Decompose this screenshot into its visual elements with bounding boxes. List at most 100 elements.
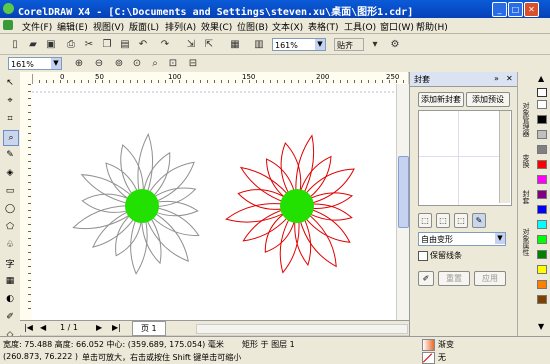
tab-transform[interactable]: 变换 — [521, 154, 531, 168]
next-page-icon[interactable]: ▶ — [96, 323, 102, 332]
maximize-button[interactable]: □ — [508, 2, 523, 17]
tab-envelope[interactable]: 封套 — [521, 190, 531, 204]
open-icon[interactable]: ▰ — [26, 37, 40, 51]
prev-page-icon[interactable]: ◀ — [40, 323, 46, 332]
preset-list[interactable] — [418, 110, 512, 206]
prop-zoom-select[interactable]: 161% ▼ — [8, 57, 62, 70]
palette-down-icon[interactable]: ▼ — [538, 322, 544, 331]
color-swatch[interactable] — [537, 205, 547, 214]
palette-up-icon[interactable]: ▲ — [538, 74, 544, 83]
keep-lines-checkbox[interactable] — [418, 251, 428, 261]
menu-tools[interactable]: 工具(O) — [344, 20, 376, 33]
page-tab[interactable]: 页 1 — [132, 321, 166, 336]
settings-icon[interactable]: ⚙ — [388, 37, 402, 51]
color-swatch[interactable] — [537, 175, 547, 184]
polygon-tool-icon[interactable]: ⬠ — [3, 220, 17, 234]
print-icon[interactable]: ⎙ — [64, 37, 78, 51]
color-swatch[interactable] — [537, 160, 547, 169]
color-swatch[interactable] — [537, 265, 547, 274]
docker-pin-icon[interactable]: » — [494, 74, 499, 83]
cut-icon[interactable]: ✂ — [82, 37, 96, 51]
add-preset-button[interactable]: 添加预设 — [466, 92, 510, 107]
no-color-swatch[interactable] — [537, 88, 547, 97]
straight-line-mode-icon[interactable]: ⬚ — [418, 213, 432, 228]
color-swatch[interactable] — [537, 235, 547, 244]
menu-bitmaps[interactable]: 位图(B) — [237, 20, 268, 33]
preset-scrollbar[interactable] — [499, 111, 510, 203]
zoom-selected-icon[interactable]: ⊚ — [112, 56, 126, 70]
ellipse-tool-icon[interactable]: ◯ — [3, 202, 17, 216]
drawing-canvas[interactable] — [32, 84, 396, 320]
color-swatch[interactable] — [537, 190, 547, 199]
color-swatch[interactable] — [537, 295, 547, 304]
color-swatch[interactable] — [537, 220, 547, 229]
redo-icon[interactable]: ↷ — [158, 37, 172, 51]
menu-table[interactable]: 表格(T) — [308, 20, 339, 33]
undo-icon[interactable]: ↶ — [136, 37, 150, 51]
shape-tool-icon[interactable]: ⌖ — [3, 94, 17, 108]
options-icon[interactable]: ▾ — [368, 37, 382, 51]
zoom-level-select[interactable]: 161% ▼ — [272, 38, 326, 51]
red-flower[interactable] — [225, 134, 355, 274]
vertical-scrollbar[interactable] — [396, 84, 409, 320]
zoom-out-icon[interactable]: ⊖ — [92, 56, 106, 70]
color-swatch[interactable] — [537, 100, 547, 109]
zoom-height-icon[interactable]: ⊟ — [186, 56, 200, 70]
minimize-button[interactable]: _ — [492, 2, 507, 17]
pick-tool-icon[interactable]: ↖ — [3, 76, 17, 90]
menu-arrange[interactable]: 排列(A) — [165, 20, 196, 33]
last-page-icon[interactable]: ▶| — [112, 323, 121, 332]
smart-fill-icon[interactable]: ◈ — [3, 166, 17, 180]
single-arc-mode-icon[interactable]: ⬚ — [436, 213, 450, 228]
color-swatch[interactable] — [537, 130, 547, 139]
color-swatch[interactable] — [537, 280, 547, 289]
color-swatch[interactable] — [537, 145, 547, 154]
scroll-thumb[interactable] — [398, 156, 409, 228]
table-tool-icon[interactable]: ▦ — [3, 274, 17, 288]
menu-effects[interactable]: 效果(C) — [201, 20, 232, 33]
crop-tool-icon[interactable]: ⌗ — [3, 112, 17, 126]
basic-shapes-icon[interactable]: ♧ — [3, 238, 17, 252]
color-swatch[interactable] — [537, 250, 547, 259]
save-icon[interactable]: ▣ — [44, 37, 58, 51]
import-icon[interactable]: ⇲ — [184, 37, 198, 51]
zoom-width-icon[interactable]: ⊡ — [166, 56, 180, 70]
welcome-icon[interactable]: ▥ — [252, 37, 266, 51]
eyedropper-icon[interactable]: ✐ — [418, 271, 434, 286]
zoom-page-icon[interactable]: ⌕ — [148, 56, 162, 70]
zoom-in-icon[interactable]: ⊕ — [72, 56, 86, 70]
rectangle-tool-icon[interactable]: ▭ — [3, 184, 17, 198]
menu-help[interactable]: 帮助(H) — [416, 20, 448, 33]
menu-text[interactable]: 文本(X) — [272, 20, 303, 33]
eyedropper-icon[interactable]: ✐ — [3, 310, 17, 324]
snap-to-select[interactable]: 贴齐 — [334, 38, 364, 51]
add-new-envelope-button[interactable]: 添加新封套 — [418, 92, 464, 107]
mapping-mode-select[interactable]: 自由变形 ▼ — [418, 232, 506, 246]
docker-close-icon[interactable]: ✕ — [506, 74, 513, 83]
menu-window[interactable]: 窗口(W) — [380, 20, 414, 33]
close-button[interactable]: ✕ — [524, 2, 539, 17]
double-arc-mode-icon[interactable]: ⬚ — [454, 213, 468, 228]
menu-view[interactable]: 视图(V) — [93, 20, 124, 33]
outline-swatch[interactable] — [422, 352, 435, 364]
color-swatch[interactable] — [537, 115, 547, 124]
unconstrained-mode-icon[interactable]: ✎ — [472, 213, 486, 228]
menu-file[interactable]: 文件(F) — [22, 20, 52, 33]
tab-object-manager[interactable]: 对象管理器 — [521, 102, 531, 137]
interactive-tool-icon[interactable]: ◐ — [3, 292, 17, 306]
zoom-all-icon[interactable]: ⊙ — [130, 56, 144, 70]
menu-edit[interactable]: 编辑(E) — [57, 20, 88, 33]
export-icon[interactable]: ⇱ — [202, 37, 216, 51]
first-page-icon[interactable]: |◀ — [24, 323, 33, 332]
new-icon[interactable]: ▯ — [8, 37, 22, 51]
zoom-tool-icon[interactable]: ⌕ — [3, 130, 19, 146]
paste-icon[interactable]: ▤ — [118, 37, 132, 51]
gray-flower[interactable] — [72, 133, 200, 275]
tab-object-properties[interactable]: 对象属性 — [521, 228, 531, 256]
text-tool-icon[interactable]: 字 — [3, 256, 17, 270]
menu-layout[interactable]: 版面(L) — [129, 20, 159, 33]
copy-icon[interactable]: ❐ — [100, 37, 114, 51]
fill-swatch[interactable] — [422, 339, 435, 351]
launcher-icon[interactable]: ▦ — [228, 37, 242, 51]
reset-button[interactable]: 重置 — [438, 271, 470, 286]
